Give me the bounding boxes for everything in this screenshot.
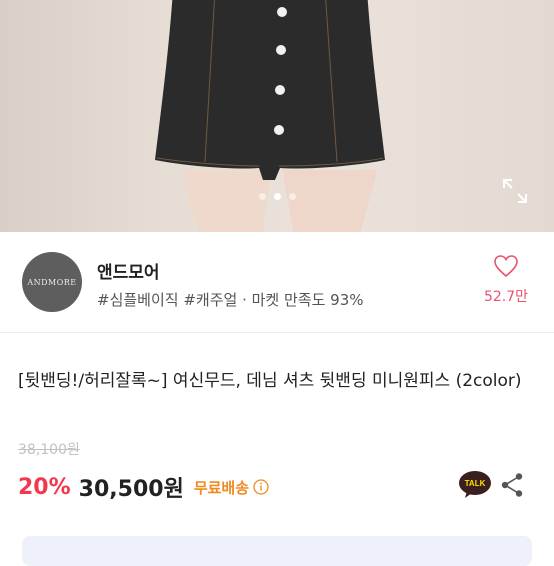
free-shipping-label: 무료배송 xyxy=(193,478,250,497)
share-icon[interactable] xyxy=(500,472,524,498)
seller-section[interactable]: ANDMORE 앤드모어 #심플베이직 #캐주얼 · 마켓 만족도 93% 52… xyxy=(0,232,554,332)
product-image-carousel[interactable] xyxy=(0,0,554,232)
heart-outline-icon xyxy=(494,255,518,278)
seller-avatar[interactable]: ANDMORE xyxy=(22,252,82,312)
seller-tags: #심플베이직 #캐주얼 · 마켓 만족도 93% xyxy=(97,291,364,309)
discount-rate: 20% xyxy=(18,474,71,500)
product-photo-skirt xyxy=(155,0,385,180)
carousel-indicator xyxy=(0,193,554,200)
info-icon[interactable] xyxy=(253,479,269,495)
carousel-dot[interactable] xyxy=(288,193,296,200)
bottom-banner[interactable] xyxy=(22,536,532,566)
original-price: 38,100원 xyxy=(18,442,80,458)
like-button[interactable]: 52.7만 xyxy=(476,254,536,306)
price-row: 20% 30,500원 무료배송 xyxy=(18,471,269,503)
kakao-talk-icon: TALK xyxy=(459,471,491,498)
carousel-dot-active[interactable] xyxy=(273,193,281,200)
section-divider xyxy=(0,332,554,333)
expand-icon[interactable] xyxy=(500,176,530,206)
sale-price: 30,500원 xyxy=(78,477,184,502)
carousel-dot[interactable] xyxy=(258,193,266,200)
kakao-talk-label: TALK xyxy=(465,479,486,488)
product-title: [뒷밴딩!/허리잘록~] 여신무드, 데님 셔츠 뒷밴딩 미니원피스 (2col… xyxy=(18,371,522,391)
kakao-talk-button[interactable]: TALK xyxy=(458,470,492,500)
seller-name[interactable]: 앤드모어 xyxy=(97,258,160,283)
like-count: 52.7만 xyxy=(483,289,529,305)
